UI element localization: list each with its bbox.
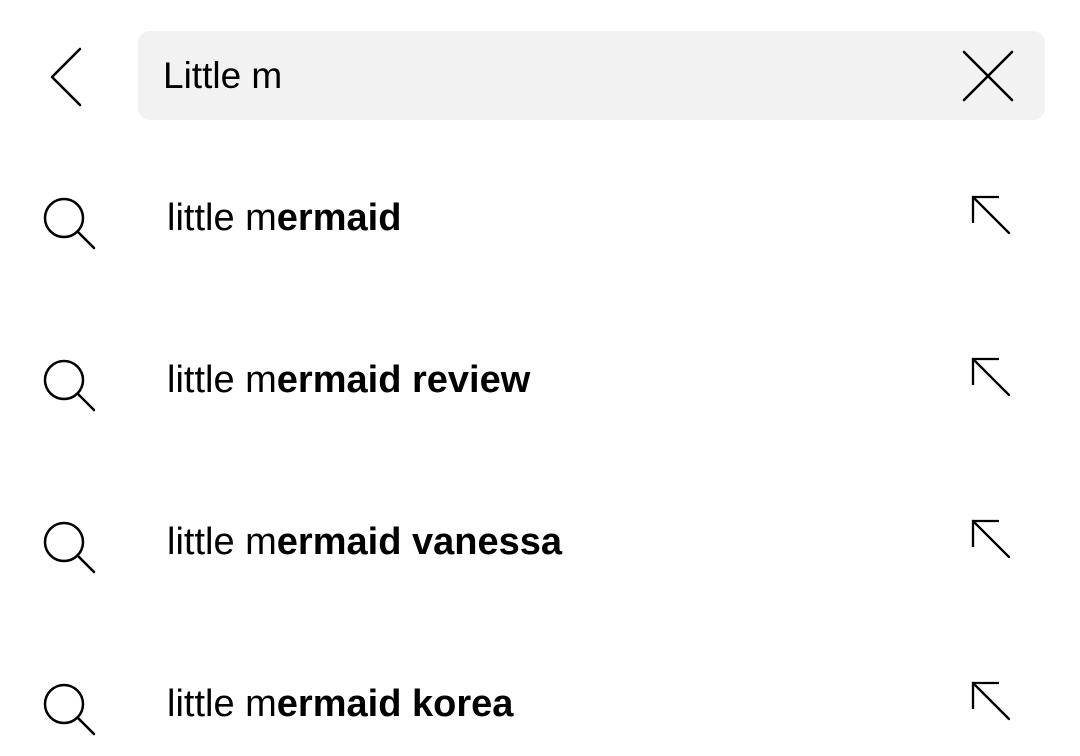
back-button[interactable] <box>38 42 94 112</box>
search-bar <box>138 31 1045 120</box>
suggestion-completion-text: ermaid korea <box>276 683 514 725</box>
suggestion-text: little mermaid <box>167 194 401 242</box>
suggestion-item[interactable]: little mermaid review <box>0 300 1080 462</box>
suggestion-typed-text: little m <box>167 359 277 401</box>
search-input[interactable] <box>163 31 943 120</box>
close-icon <box>962 50 1014 102</box>
suggestion-item[interactable]: little mermaid korea <box>0 624 1080 756</box>
chevron-left-icon <box>50 47 82 107</box>
arrow-up-left-icon <box>971 681 1011 721</box>
search-icon <box>43 521 96 574</box>
suggestion-text: little mermaid vanessa <box>167 518 562 566</box>
arrow-up-left-icon <box>971 357 1011 397</box>
suggestion-typed-text: little m <box>167 521 277 563</box>
search-screen: little mermaid little mermaid review <box>0 0 1080 756</box>
suggestion-list: little mermaid little mermaid review lit… <box>0 138 1080 756</box>
suggestion-completion-text: ermaid review <box>276 359 531 401</box>
fill-suggestion-button[interactable] <box>960 346 1022 408</box>
fill-suggestion-button[interactable] <box>960 508 1022 570</box>
suggestion-typed-text: little m <box>167 197 277 239</box>
arrow-up-left-icon <box>971 195 1011 235</box>
suggestion-completion-text: ermaid vanessa <box>276 521 562 563</box>
suggestion-item[interactable]: little mermaid vanessa <box>0 462 1080 624</box>
search-icon <box>43 197 96 250</box>
fill-suggestion-button[interactable] <box>960 670 1022 732</box>
arrow-up-left-icon <box>971 519 1011 559</box>
search-icon <box>43 359 96 412</box>
suggestion-item[interactable]: little mermaid <box>0 138 1080 300</box>
suggestion-text: little mermaid korea <box>167 680 513 728</box>
clear-search-button[interactable] <box>958 46 1018 106</box>
suggestion-text: little mermaid review <box>167 356 530 404</box>
suggestion-completion-text: ermaid <box>276 197 402 239</box>
suggestion-typed-text: little m <box>167 683 277 725</box>
fill-suggestion-button[interactable] <box>960 184 1022 246</box>
search-icon <box>43 683 96 736</box>
